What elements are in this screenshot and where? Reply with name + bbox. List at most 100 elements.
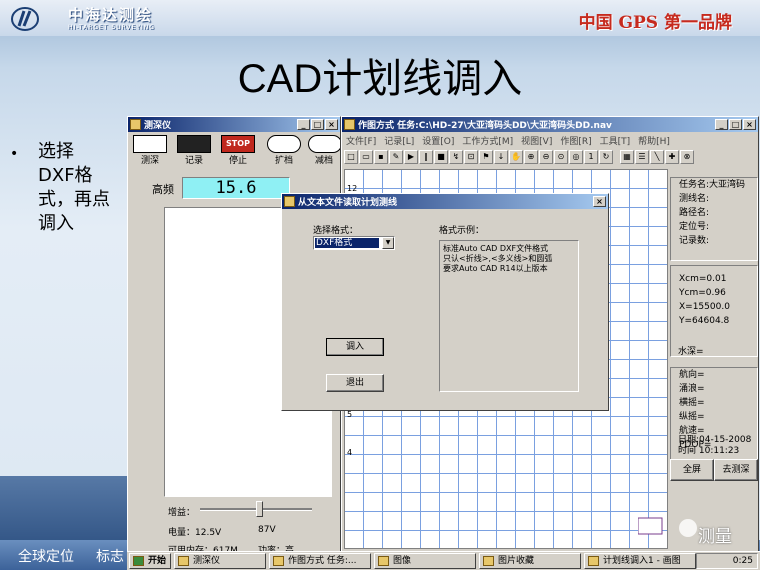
play-icon[interactable]: ▶ — [404, 150, 418, 164]
slide-bullet: 选择DXF格式，再点调入 — [38, 141, 110, 234]
zoom-in-label: 扩档 — [274, 156, 293, 166]
save-icon[interactable]: ▪ — [374, 150, 388, 164]
brand-slogan: 中国 GPS 第一品牌 — [578, 13, 732, 33]
stop-icon[interactable]: ■ — [434, 150, 448, 164]
marker-icon[interactable]: ↓ — [494, 150, 508, 164]
sounder-titlebar[interactable]: 测深仪 _ □ × — [128, 117, 340, 132]
task-pictures[interactable]: 图片收藏 — [479, 553, 581, 569]
close-button[interactable]: × — [743, 119, 756, 130]
exit-button[interactable]: 退出 — [326, 374, 384, 392]
bullet-icon: • — [10, 146, 19, 162]
start-button[interactable]: 开始 — [129, 553, 171, 569]
zoom-out-label: 减档 — [314, 156, 333, 166]
axis-label: 12 — [347, 184, 358, 193]
minimize-button[interactable]: _ — [297, 119, 310, 130]
new-icon[interactable]: □ — [344, 150, 358, 164]
task-sounder[interactable]: 测深仪 — [174, 553, 266, 569]
menu-mode[interactable]: 工作方式[M] — [462, 134, 513, 147]
x-value: X=15500.0 — [679, 302, 730, 312]
cross-icon[interactable]: ✚ — [665, 150, 679, 164]
record-button[interactable]: 记录 — [174, 135, 214, 167]
example-line: 只认<折线>,<多义线>和圆弧 — [443, 254, 553, 263]
windows-icon — [133, 556, 144, 566]
line-icon[interactable]: ╲ — [650, 150, 664, 164]
pan-icon[interactable]: ✋ — [509, 150, 523, 164]
example-label: 格式示例： — [439, 226, 485, 236]
task-plotter[interactable]: 作图方式 任务:... — [269, 553, 371, 569]
time-value: 时间 10:11:23 — [678, 446, 740, 456]
maximize-button[interactable]: □ — [729, 119, 742, 130]
menu-file[interactable]: 文件[F] — [346, 134, 376, 147]
fullscreen-button[interactable]: 全屏 — [670, 459, 714, 481]
chevron-down-icon[interactable]: ▼ — [382, 237, 394, 249]
stop-label: 停止 — [228, 156, 247, 166]
frequency-value: 15.6 — [182, 177, 290, 199]
app-icon — [178, 556, 189, 566]
sound-button[interactable]: 测深 — [130, 135, 170, 167]
format-label: 选择格式： — [313, 226, 359, 236]
heave-value: 涌浪= — [679, 384, 705, 394]
task-paint[interactable]: 计划线调入1 - 画图 — [584, 553, 696, 569]
ycm-value: Ycm=0.96 — [679, 288, 726, 298]
voltage-value: 87V — [258, 525, 276, 535]
record-count: 记录数: — [679, 236, 710, 246]
sounder-icon — [133, 135, 167, 153]
refresh-icon[interactable]: ↻ — [599, 150, 613, 164]
gain-slider-thumb[interactable] — [256, 501, 263, 517]
plotter-titlebar[interactable]: 作图方式 任务:C:\HD-27\大亚湾码头DD\大亚湾码头DD.nav _ □… — [342, 117, 758, 132]
dialog-titlebar[interactable]: 从文本文件读取计划测线 × — [282, 194, 608, 209]
close-button[interactable]: × — [325, 119, 338, 130]
clock: 0:25 — [732, 556, 753, 566]
company-logo-icon — [11, 7, 39, 31]
folder-icon — [378, 556, 389, 566]
zoom-all-icon[interactable]: ◎ — [569, 150, 583, 164]
axis-label: 4 — [347, 448, 353, 457]
edit-icon[interactable]: ✎ — [389, 150, 403, 164]
menu-view[interactable]: 视图[V] — [521, 134, 552, 147]
example-line: 要求Auto CAD R14以上版本 — [443, 264, 548, 273]
zoom-window-icon[interactable]: ⊙ — [554, 150, 568, 164]
menu-tools[interactable]: 工具[T] — [600, 134, 631, 147]
background-photo — [0, 476, 130, 550]
pause-icon[interactable]: ‖ — [419, 150, 433, 164]
sound-label: 测深 — [140, 156, 159, 166]
target-icon[interactable]: ⊗ — [680, 150, 694, 164]
zoom-in-button[interactable]: 扩档 — [264, 135, 304, 167]
menu-draw[interactable]: 作图[R] — [560, 134, 591, 147]
watermark-text: 测量 — [698, 527, 732, 547]
system-tray: 0:25 — [696, 553, 758, 569]
grid-icon[interactable]: ▦ — [620, 150, 634, 164]
format-selected: DXF格式 — [315, 238, 379, 248]
task-label: 图片收藏 — [498, 556, 535, 566]
open-icon[interactable]: ▭ — [359, 150, 373, 164]
record-label: 记录 — [184, 156, 203, 166]
task-label: 图像 — [393, 556, 412, 566]
zoom-in-icon[interactable]: ⊕ — [524, 150, 538, 164]
xcm-value: Xcm=0.01 — [679, 274, 727, 284]
menu-settings[interactable]: 设置[O] — [422, 134, 454, 147]
paint-icon — [588, 556, 599, 566]
task-images[interactable]: 图像 — [374, 553, 476, 569]
flag-icon[interactable]: ⚑ — [479, 150, 493, 164]
import-dialog: 从文本文件读取计划测线 × 选择格式： DXF格式 ▼ 格式示例： 标准Auto… — [281, 193, 609, 411]
zoom-out-button[interactable]: 减档 — [308, 135, 340, 167]
scale-icon[interactable]: 1 — [584, 150, 598, 164]
lock-icon[interactable]: ⊡ — [464, 150, 478, 164]
goto-sounder-button[interactable]: 去测深 — [714, 459, 758, 481]
maximize-button[interactable]: □ — [311, 119, 324, 130]
stop-icon: STOP — [221, 135, 255, 153]
import-button[interactable]: 调入 — [326, 338, 384, 356]
toolbar: □ ▭ ▪ ✎ ▶ ‖ ■ ↯ ⊡ ⚑ ↓ ✋ ⊕ ⊖ ⊙ ◎ 1 ↻ ▦ ☰ … — [344, 150, 694, 166]
route-icon[interactable]: ↯ — [449, 150, 463, 164]
zoom-out-icon[interactable]: ⊖ — [539, 150, 553, 164]
menu-record[interactable]: 记录[L] — [384, 134, 414, 147]
format-select[interactable]: DXF格式 ▼ — [313, 236, 395, 250]
task-label: 计划线调入1 - 画图 — [603, 556, 681, 566]
menu-help[interactable]: 帮助[H] — [638, 134, 670, 147]
list-icon[interactable]: ☰ — [635, 150, 649, 164]
task-label: 测深仪 — [193, 556, 221, 566]
stop-button[interactable]: STOP 停止 — [218, 135, 258, 167]
minimize-button[interactable]: _ — [715, 119, 728, 130]
zoom-in-icon — [267, 135, 301, 153]
close-button[interactable]: × — [593, 196, 606, 207]
